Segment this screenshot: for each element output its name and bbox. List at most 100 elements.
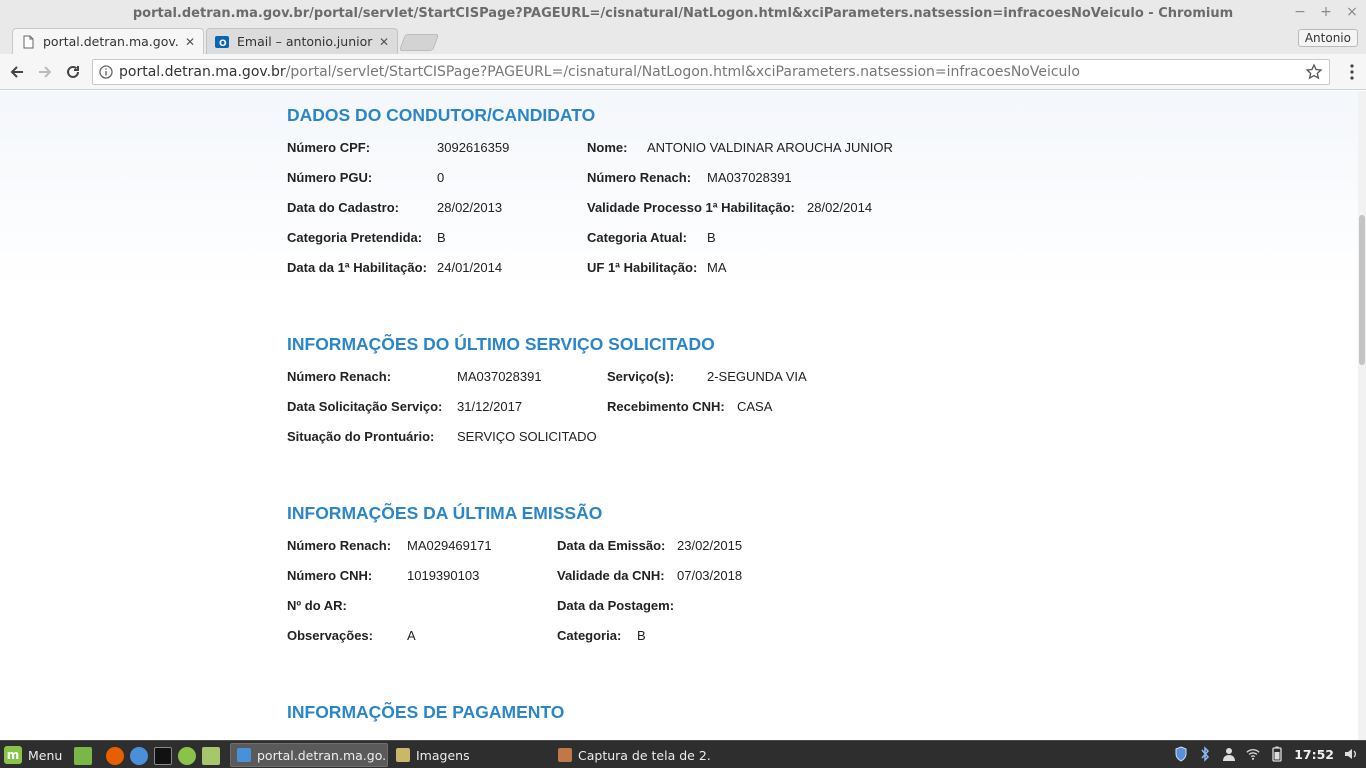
android-studio-icon[interactable] xyxy=(178,747,196,765)
value-pgu: 0 xyxy=(437,170,445,185)
value-nome: ANTONIO VALDINAR AROUCHA JUNIOR xyxy=(647,140,893,155)
svg-text:O: O xyxy=(219,39,227,49)
address-bar[interactable]: portal.detran.ma.gov.br/portal/servlet/S… xyxy=(92,59,1330,85)
label-validade-cnh: Validade da CNH: xyxy=(557,568,665,583)
value-categoria-pretendida: B xyxy=(437,230,446,245)
value-validade-processo: 28/02/2014 xyxy=(807,200,873,215)
volume-icon[interactable] xyxy=(1344,746,1358,762)
label-primeira-habilitacao: Data da 1ª Habilitação: xyxy=(287,260,427,275)
section-title-servico: INFORMAÇÕES DO ÚLTIMO SERVIÇO SOLICITADO xyxy=(287,334,715,354)
battery-icon[interactable] xyxy=(1270,746,1284,762)
label-data-solicitacao: Data Solicitação Serviço: xyxy=(287,399,443,414)
maximize-button[interactable]: + xyxy=(1320,4,1332,20)
value-emissao-renach: MA029469171 xyxy=(407,538,492,553)
taskbar-window-label: portal.detran.ma.go... xyxy=(257,747,388,763)
taskbar: m Menu portal.detran.ma.go... Imagens Ca… xyxy=(0,740,1366,768)
scrollbar-thumb[interactable] xyxy=(1359,215,1365,365)
label-numero-cnh: Número CNH: xyxy=(287,568,373,583)
value-cpf: 3092616359 xyxy=(437,140,510,155)
taskbar-window-imagens[interactable]: Imagens xyxy=(390,743,550,767)
bluetooth-icon[interactable] xyxy=(1198,746,1212,762)
window-titlebar: portal.detran.ma.gov.br/portal/servlet/S… xyxy=(0,0,1366,28)
tab-label: portal.detran.ma.gov.br xyxy=(43,34,179,49)
wifi-icon[interactable] xyxy=(1246,746,1260,762)
firefox-icon[interactable] xyxy=(106,747,124,765)
terminal-icon[interactable] xyxy=(154,747,172,765)
page-scrollbar[interactable] xyxy=(1358,91,1366,740)
label-nome: Nome: xyxy=(587,140,628,155)
minimize-button[interactable]: − xyxy=(1294,4,1306,20)
tab-close-button[interactable]: ✕ xyxy=(185,35,195,49)
new-tab-button[interactable] xyxy=(398,34,440,51)
tab-detran[interactable]: portal.detran.ma.gov.br ✕ xyxy=(12,28,204,54)
user-icon[interactable] xyxy=(1222,746,1236,762)
label-cpf: Número CPF: xyxy=(287,140,371,155)
reload-button[interactable] xyxy=(62,61,84,83)
chromium-icon[interactable] xyxy=(130,747,148,765)
start-menu-label: Menu xyxy=(28,747,63,763)
label-data-emissao: Data da Emissão: xyxy=(557,538,666,553)
show-desktop-icon[interactable] xyxy=(74,747,92,765)
label-categoria-pretendida: Categoria Pretendida: xyxy=(287,230,423,245)
bookmark-star-icon[interactable] xyxy=(1305,63,1323,85)
label-servicos: Serviço(s): xyxy=(607,369,675,384)
profile-button[interactable]: Antonio xyxy=(1297,29,1358,47)
tab-close-button[interactable]: ✕ xyxy=(379,35,389,49)
section-title-emissao: INFORMAÇÕES DA ÚLTIMA EMISSÃO xyxy=(287,503,603,523)
screenshot-icon xyxy=(558,748,572,762)
value-data-solicitacao: 31/12/2017 xyxy=(457,399,523,414)
tab-strip: portal.detran.ma.gov.br ✕ O Email – anto… xyxy=(0,28,1366,54)
label-servico-renach: Número Renach: xyxy=(287,369,392,384)
forward-button[interactable] xyxy=(34,61,56,83)
value-validade-cnh: 07/03/2018 xyxy=(677,568,743,583)
info-icon[interactable] xyxy=(93,65,119,79)
chromium-icon xyxy=(237,748,251,762)
page-content: DADOS DO CONDUTOR/CANDIDATO Número CPF: … xyxy=(0,91,1358,740)
tab-email[interactable]: O Email – antonio.junior18 ✕ xyxy=(206,28,398,54)
label-categoria: Categoria: xyxy=(557,628,622,643)
taskbar-window-browser[interactable]: portal.detran.ma.go... xyxy=(230,743,388,767)
value-primeira-habilitacao: 24/01/2014 xyxy=(437,260,503,275)
back-button[interactable] xyxy=(6,61,28,83)
value-recebimento: CASA xyxy=(737,399,773,414)
page-icon xyxy=(23,35,34,48)
more-menu-icon[interactable] xyxy=(1350,64,1354,84)
value-servico-renach: MA037028391 xyxy=(457,369,542,384)
back-arrow-icon xyxy=(10,66,23,78)
window-controls: − + × xyxy=(1294,4,1358,20)
taskbar-window-label: Imagens xyxy=(416,747,470,763)
label-uf-habilitacao: UF 1ª Habilitação: xyxy=(587,260,698,275)
url-path: /portal/servlet/StartCISPage?PAGEURL=/ci… xyxy=(285,64,1080,80)
url-text: portal.detran.ma.gov.br/portal/servlet/S… xyxy=(119,64,1080,80)
mint-logo-icon: m xyxy=(4,746,22,764)
reload-icon xyxy=(67,65,79,78)
value-categoria: B xyxy=(637,628,646,643)
label-data-postagem: Data da Postagem: xyxy=(557,598,675,613)
label-observacoes: Observações: xyxy=(287,628,373,643)
value-observacoes: A xyxy=(407,628,416,643)
shield-icon[interactable] xyxy=(1174,746,1188,762)
label-recebimento: Recebimento CNH: xyxy=(607,399,725,414)
taskbar-window-label: Captura de tela de 2... xyxy=(578,747,712,763)
clock[interactable]: 17:52 xyxy=(1294,747,1334,762)
value-servicos: 2-SEGUNDA VIA xyxy=(707,369,807,384)
system-tray: 17:52 xyxy=(1174,746,1358,762)
label-categoria-atual: Categoria Atual: xyxy=(587,230,687,245)
start-menu-button[interactable]: m Menu xyxy=(4,746,62,764)
files-icon[interactable] xyxy=(202,747,220,765)
url-domain: portal.detran.ma.gov.br xyxy=(119,64,286,80)
tab-label: Email – antonio.junior18 xyxy=(237,34,373,49)
section-title-pagamento: INFORMAÇÕES DE PAGAMENTO xyxy=(287,702,565,722)
value-cadastro: 28/02/2013 xyxy=(437,200,503,215)
forward-arrow-icon xyxy=(39,66,52,78)
label-emissao-renach: Número Renach: xyxy=(287,538,392,553)
taskbar-window-screenshot[interactable]: Captura de tela de 2... xyxy=(552,743,712,767)
value-situacao: SERVIÇO SOLICITADO xyxy=(457,429,597,444)
label-pgu: Número PGU: xyxy=(287,170,373,185)
close-window-button[interactable]: × xyxy=(1346,4,1358,20)
browser-toolbar: portal.detran.ma.gov.br/portal/servlet/S… xyxy=(0,54,1366,90)
value-numero-cnh: 1019390103 xyxy=(407,568,480,583)
window-title: portal.detran.ma.gov.br/portal/servlet/S… xyxy=(132,6,1234,21)
value-uf-habilitacao: MA xyxy=(707,260,727,275)
section-title-condutor: DADOS DO CONDUTOR/CANDIDATO xyxy=(287,105,596,125)
